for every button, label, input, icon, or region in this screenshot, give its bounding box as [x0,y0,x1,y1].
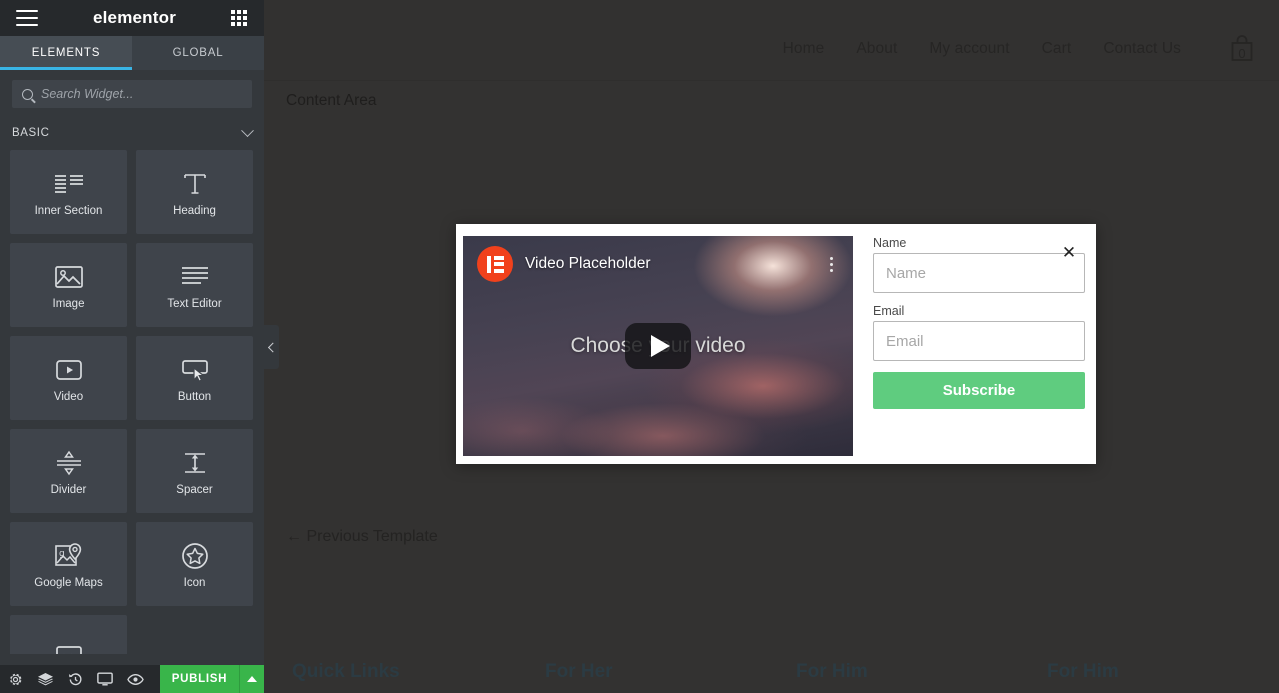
video-play-icon [55,353,83,387]
elementor-editor-panel: elementor ELEMENTS GLOBAL BASIC [0,0,264,693]
footer-column-quick-links: Quick Links [292,661,400,682]
panel-collapse-handle[interactable] [264,325,279,369]
widget-icon[interactable]: Icon [136,522,253,606]
star-circle-icon [181,539,209,573]
svg-text:g: g [59,549,65,559]
email-field-label: Email [873,304,905,318]
name-field-group: Name [873,236,1085,293]
history-clock-icon[interactable] [60,665,90,693]
site-footer: Quick Links For Her For Him For Him [264,653,1279,693]
email-field[interactable] [873,321,1085,361]
widget-heading[interactable]: Heading [136,150,253,234]
widget-google-maps[interactable]: g Google Maps [10,522,127,606]
text-lines-icon [181,260,209,294]
nav-link-my-account[interactable]: My account [929,40,1009,58]
previous-template-link[interactable]: ← Previous Template [286,528,438,546]
popup-modal: ✕ Video Placeholder Choose your vide [456,224,1096,464]
heading-t-icon [182,167,208,201]
widget-label: Icon [183,577,206,589]
hamburger-menu-icon[interactable] [16,10,38,26]
chevron-left-icon [267,342,278,352]
content-area-label: Content Area [286,92,377,109]
search-box[interactable] [12,80,252,108]
widget-grid: Inner Section Heading Image Text Editor … [0,150,264,654]
panel-footer: PUBLISH [0,665,264,693]
widget-label: Google Maps [34,577,103,589]
more-vertical-icon[interactable] [823,253,839,275]
close-x-icon[interactable]: ✕ [1060,244,1078,262]
widget-label: Spacer [176,484,213,496]
widget-label: Text Editor [167,298,222,310]
elementor-mark-icon [477,246,513,282]
button-cursor-icon [180,353,210,387]
settings-gear-icon[interactable] [0,665,30,693]
widget-partial-next[interactable] [10,615,127,654]
panel-search-wrap [0,70,264,116]
name-field-label: Name [873,236,907,250]
widget-label: Divider [50,484,87,496]
play-triangle-icon[interactable] [625,323,691,369]
panel-header: elementor [0,0,264,36]
divider-icon [54,446,84,480]
widget-label: Image [52,298,85,310]
panel-tabs: ELEMENTS GLOBAL [0,36,264,70]
tab-elements[interactable]: ELEMENTS [0,36,132,70]
widget-image[interactable]: Image [10,243,127,327]
caret-up-icon [247,676,257,682]
site-nav: Home About My account Cart Contact Us 0 [783,30,1259,68]
video-widget[interactable]: Video Placeholder Choose your video [463,236,853,456]
navigator-layers-icon[interactable] [30,665,60,693]
widget-divider[interactable]: Divider [10,429,127,513]
responsive-monitor-icon[interactable] [90,665,120,693]
subscribe-button[interactable]: Subscribe [873,372,1085,409]
video-title: Video Placeholder [525,255,651,272]
widget-category-basic[interactable]: BASIC [0,116,264,150]
subscribe-form: Name Email Subscribe [873,236,1085,409]
image-box-icon [55,640,83,654]
elementor-wordmark: elementor [92,8,177,27]
page-preview-canvas: Home About My account Cart Contact Us 0 … [264,0,1279,693]
search-icon [22,88,33,100]
widget-video[interactable]: Video [10,336,127,420]
footer-column-for-him-1: For Him [796,661,868,682]
nav-link-home[interactable]: Home [783,40,825,58]
image-icon [54,260,83,294]
map-pin-icon: g [54,539,84,573]
widget-label: Button [177,391,212,403]
cart-count: 0 [1238,46,1246,61]
video-topbar: Video Placeholder [463,236,853,292]
widget-label: Inner Section [34,205,103,217]
nav-link-cart[interactable]: Cart [1042,40,1072,58]
widget-category-label: BASIC [12,127,50,139]
footer-column-for-him-2: For Him [1047,661,1119,682]
footer-column-for-her: For Her [545,661,613,682]
widget-button[interactable]: Button [136,336,253,420]
apps-grid-icon[interactable] [231,9,248,27]
widget-label: Video [53,391,84,403]
publish-button[interactable]: PUBLISH [160,665,239,693]
nav-link-about[interactable]: About [856,40,897,58]
columns-icon [54,167,84,201]
widget-label: Heading [173,205,216,217]
site-header: Home About My account Cart Contact Us 0 [264,0,1279,81]
preview-eye-icon[interactable] [120,665,150,693]
cart-widget[interactable]: 0 [1225,30,1259,68]
chevron-down-icon [241,123,254,137]
search-input[interactable] [41,87,242,101]
tab-global[interactable]: GLOBAL [132,36,264,70]
spacer-icon [180,446,210,480]
name-field[interactable] [873,253,1085,293]
nav-link-contact-us[interactable]: Contact Us [1103,40,1181,58]
widget-text-editor[interactable]: Text Editor [136,243,253,327]
publish-options-button[interactable] [239,665,264,693]
email-field-group: Email [873,304,1085,361]
widget-inner-section[interactable]: Inner Section [10,150,127,234]
widget-spacer[interactable]: Spacer [136,429,253,513]
